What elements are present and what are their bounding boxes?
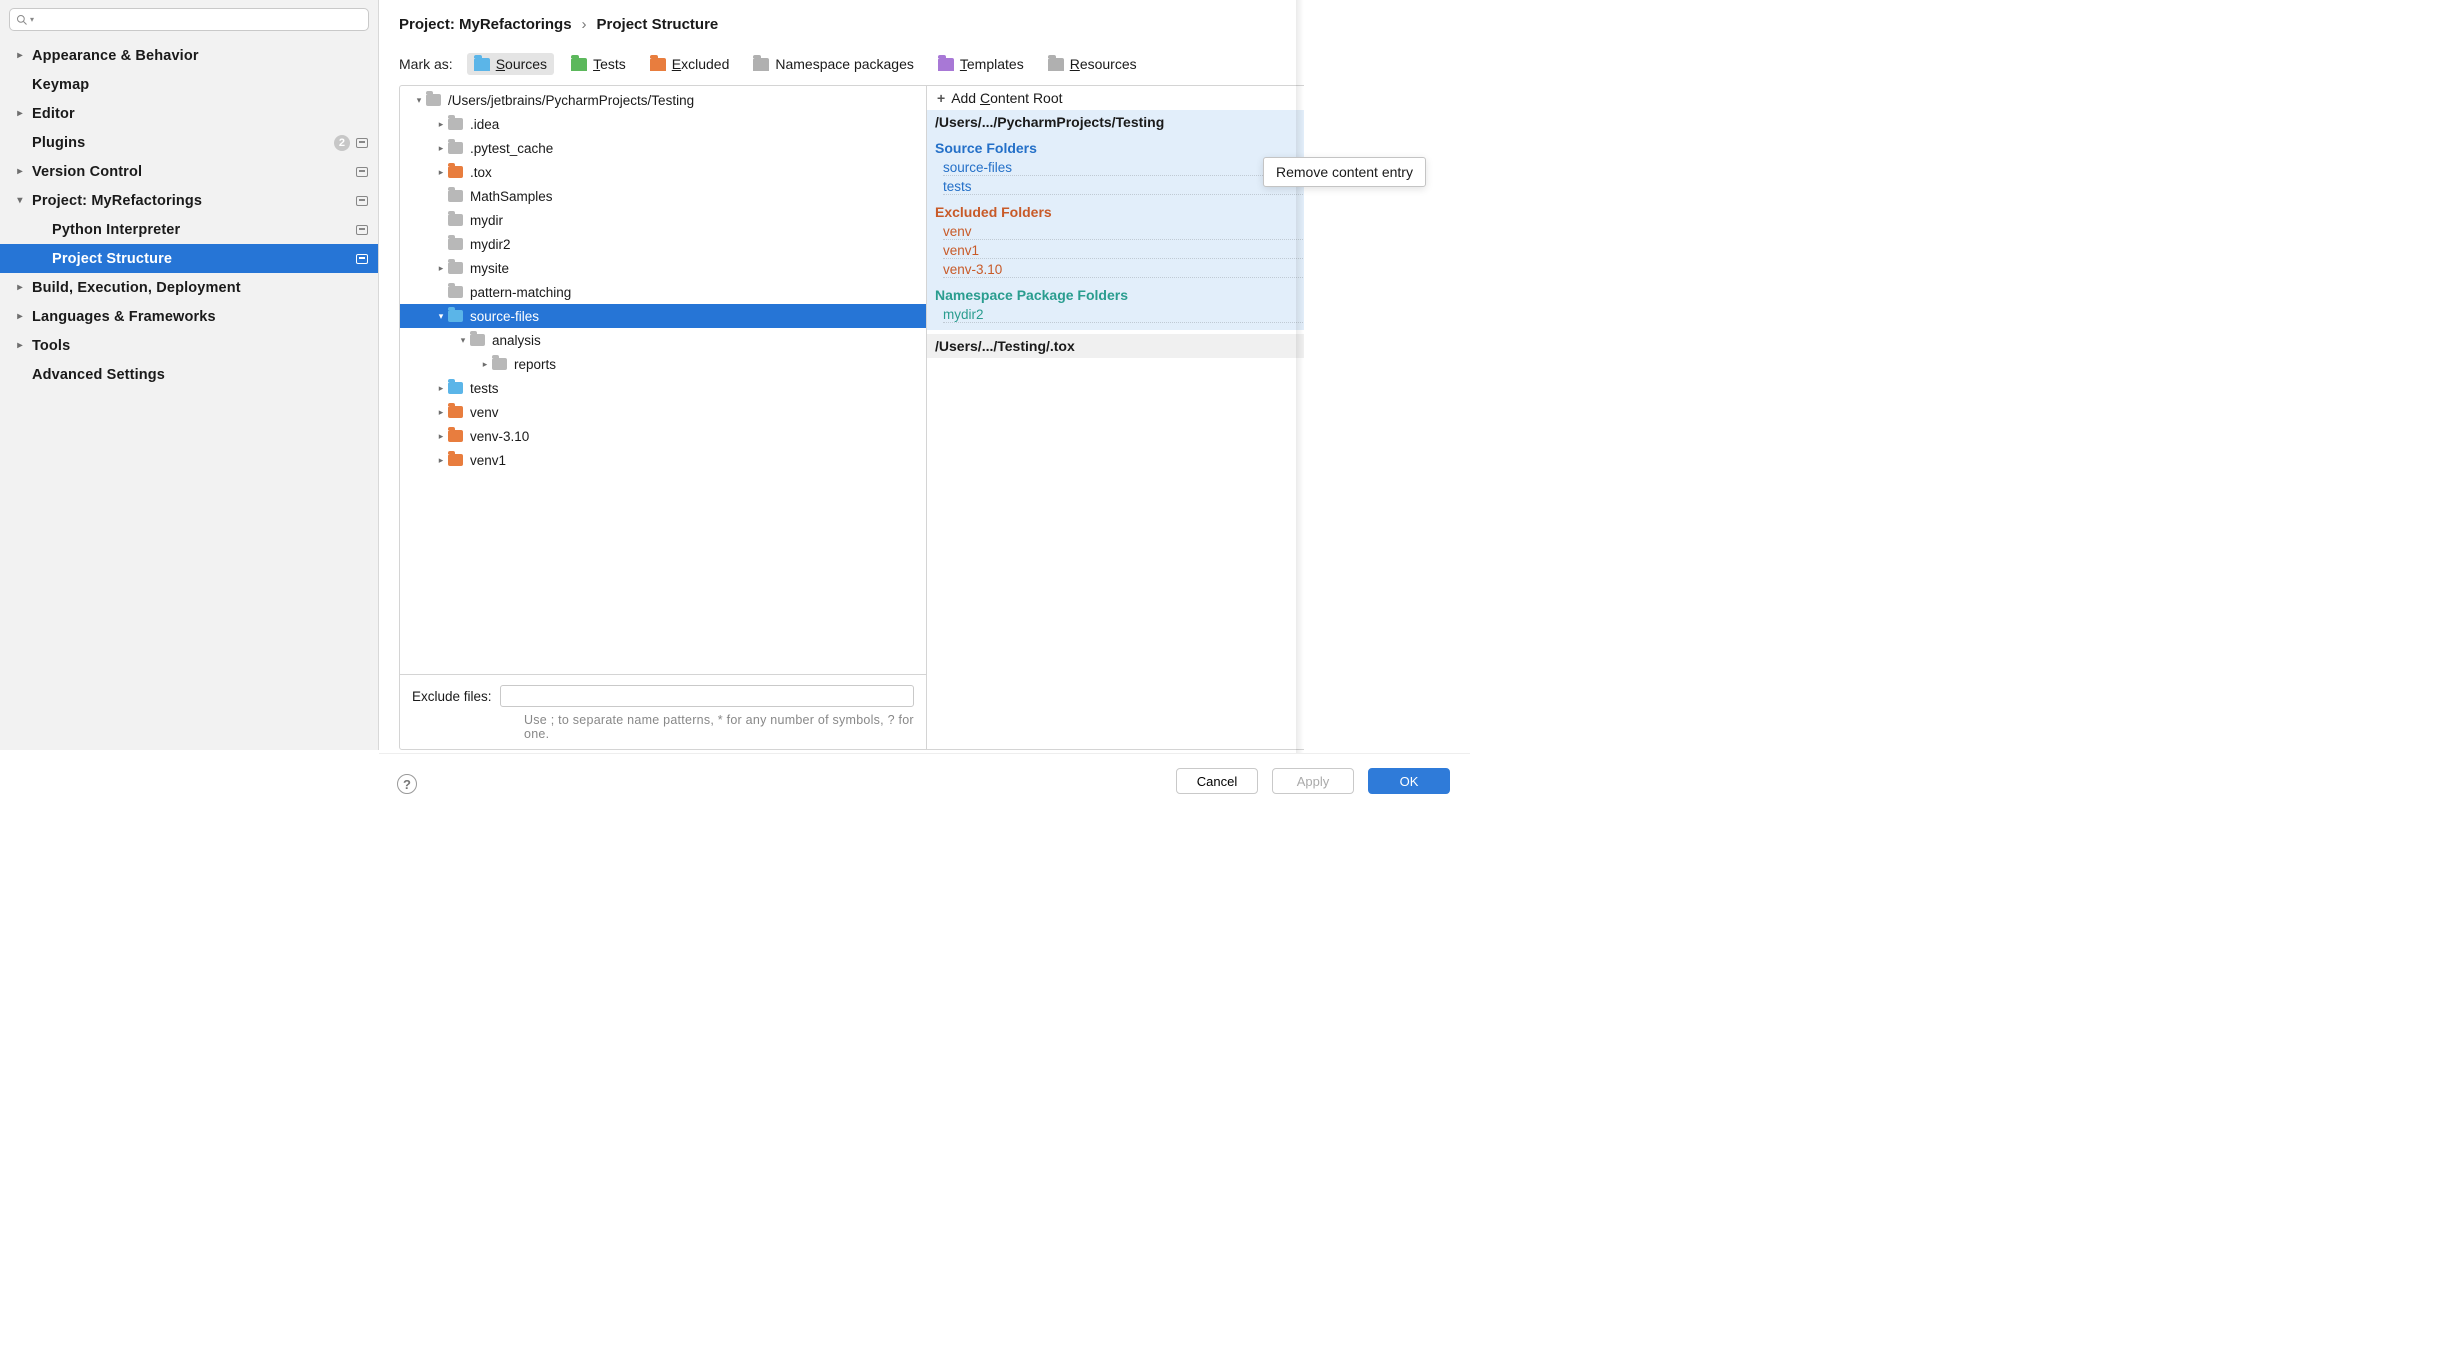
exclude-hint: Use ; to separate name patterns, * for a… — [412, 713, 914, 741]
file-tree-item[interactable]: ▾/Users/jetbrains/PycharmProjects/Testin… — [400, 88, 926, 112]
mark-sources-button[interactable]: Sources — [467, 53, 554, 75]
panel-shadow — [1296, 0, 1304, 808]
sidebar-item-appearance-behavior[interactable]: ▸Appearance & Behavior — [0, 41, 378, 70]
file-tree-item[interactable]: ▸.tox — [400, 160, 926, 184]
sidebar-item-project-structure[interactable]: Project Structure — [0, 244, 378, 273]
sidebar-item-languages-frameworks[interactable]: ▸Languages & Frameworks — [0, 302, 378, 331]
mark-resources-button[interactable]: Resources — [1041, 53, 1144, 75]
sidebar-item-advanced-settings[interactable]: Advanced Settings — [0, 360, 378, 389]
sidebar-item-version-control[interactable]: ▸Version Control — [0, 157, 378, 186]
sidebar-item-project-myrefactorings[interactable]: ▾Project: MyRefactorings — [0, 186, 378, 215]
mark-tests-button[interactable]: Tests — [564, 53, 633, 75]
settings-tree: ▸Appearance & BehaviorKeymap▸EditorPlugi… — [0, 39, 378, 750]
cancel-button[interactable]: Cancel — [1176, 768, 1258, 794]
mark-templates-button[interactable]: Templates — [931, 53, 1031, 75]
sidebar-item-python-interpreter[interactable]: Python Interpreter — [0, 215, 378, 244]
file-tree-item[interactable]: mydir2 — [400, 232, 926, 256]
breadcrumb-sep: › — [582, 16, 587, 33]
blank-area — [1304, 0, 1470, 808]
search-input[interactable] — [38, 12, 362, 27]
file-tree-panel: ▾/Users/jetbrains/PycharmProjects/Testin… — [399, 85, 927, 750]
file-tree-item[interactable]: ▸venv — [400, 400, 926, 424]
file-tree-item[interactable]: ▸venv-3.10 — [400, 424, 926, 448]
mark-as-label: Mark as: — [399, 56, 453, 72]
sidebar: ▾ ▸Appearance & BehaviorKeymap▸EditorPlu… — [0, 0, 379, 750]
sidebar-item-plugins[interactable]: Plugins2 — [0, 128, 378, 157]
file-tree-item[interactable]: ▸mysite — [400, 256, 926, 280]
breadcrumb-part2: Project Structure — [597, 16, 719, 33]
file-tree-item[interactable]: ▾source-files — [400, 304, 926, 328]
file-tree-item[interactable]: ▾analysis — [400, 328, 926, 352]
plus-icon: + — [937, 90, 945, 106]
search-icon — [16, 14, 28, 26]
file-tree-item[interactable]: ▸.pytest_cache — [400, 136, 926, 160]
content-root-path: /Users/.../PycharmProjects/Testing — [935, 114, 1164, 130]
file-tree-item[interactable]: ▸.idea — [400, 112, 926, 136]
file-tree-item[interactable]: pattern-matching — [400, 280, 926, 304]
dialog-buttons: ? Cancel Apply OK — [379, 753, 1470, 808]
file-tree-item[interactable]: ▸reports — [400, 352, 926, 376]
file-tree-item[interactable]: mydir — [400, 208, 926, 232]
search-box[interactable]: ▾ — [9, 8, 369, 31]
exclude-label: Exclude files: — [412, 689, 492, 704]
help-button[interactable]: ? — [397, 774, 417, 794]
tooltip: Remove content entry — [1263, 157, 1426, 187]
sidebar-item-editor[interactable]: ▸Editor — [0, 99, 378, 128]
exclude-input[interactable] — [500, 685, 914, 707]
breadcrumb: Project: MyRefactorings › Project Struct… — [399, 16, 1388, 33]
mark-namespace-button[interactable]: Namespace packages — [746, 53, 921, 75]
ok-button[interactable]: OK — [1368, 768, 1450, 794]
file-tree-item[interactable]: ▸venv1 — [400, 448, 926, 472]
file-tree-item[interactable]: MathSamples — [400, 184, 926, 208]
sidebar-item-keymap[interactable]: Keymap — [0, 70, 378, 99]
apply-button: Apply — [1272, 768, 1354, 794]
breadcrumb-part1: Project: MyRefactorings — [399, 16, 572, 33]
dropdown-icon[interactable]: ▾ — [30, 15, 34, 24]
sidebar-item-tools[interactable]: ▸Tools — [0, 331, 378, 360]
file-tree-item[interactable]: ▸tests — [400, 376, 926, 400]
content-root-path-2: /Users/.../Testing/.tox — [935, 338, 1075, 354]
sidebar-item-build-execution-deployment[interactable]: ▸Build, Execution, Deployment — [0, 273, 378, 302]
mark-excluded-button[interactable]: Excluded — [643, 53, 737, 75]
